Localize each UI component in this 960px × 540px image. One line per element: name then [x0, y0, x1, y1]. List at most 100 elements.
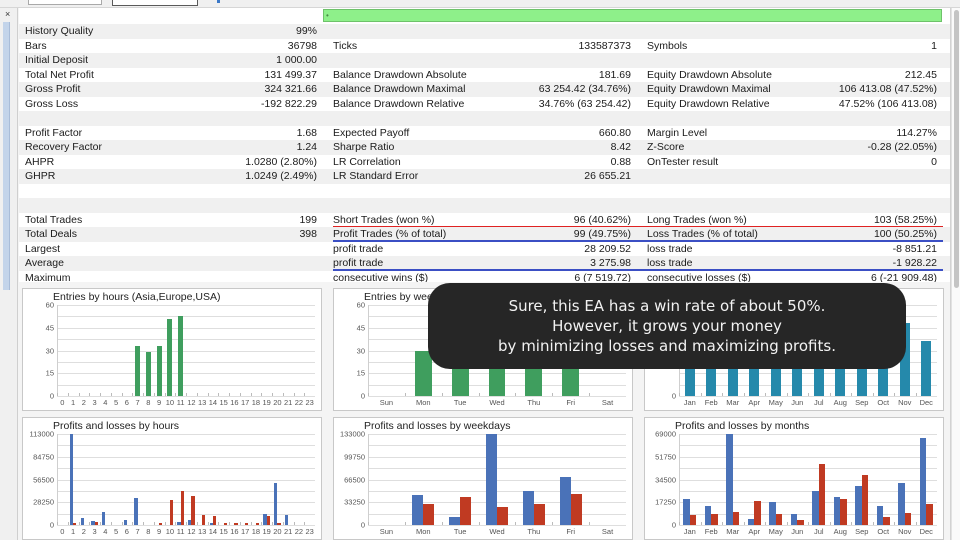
x-axis-tick: Thu — [527, 398, 541, 407]
gridline — [368, 434, 626, 435]
x-axis-tick: 3 — [92, 398, 97, 407]
y-axis-tick: 60 — [356, 300, 365, 310]
caption-line-2: However, it grows your money — [552, 317, 782, 335]
y-axis-tick: 15 — [45, 368, 54, 378]
x-axis-tick: 10 — [165, 398, 175, 407]
cell-value-3 — [779, 24, 937, 39]
x-tick-mark — [67, 522, 69, 525]
report-row[interactable]: GHPR 1.0249 (2.49%) LR Standard Error 26 65… — [19, 169, 951, 184]
cell-value-3: 0 — [931, 155, 937, 168]
cell-value-2: 63 254.42 (34.76%) — [538, 83, 631, 95]
bar-loss — [711, 513, 718, 525]
bar-loss — [570, 494, 582, 525]
bar-loss — [159, 523, 163, 525]
gridline — [57, 445, 315, 447]
vertical-scrollbar[interactable] — [951, 8, 960, 540]
scrollbar-thumb[interactable] — [954, 10, 959, 288]
x-tick-mark — [786, 522, 788, 525]
gridline — [57, 361, 315, 363]
report-row[interactable]: Recovery Factor 1.24 Sharpe Ratio 8.42 Z-Sco… — [19, 140, 951, 155]
cell-value-3: 212.45 — [904, 68, 937, 81]
bar-loss — [797, 519, 804, 525]
gridline — [368, 468, 626, 470]
x-axis-tick: 15 — [219, 527, 228, 536]
x-axis-tick: 6 — [124, 527, 129, 536]
cell-value-1: 398 — [299, 228, 317, 240]
cell-value-1 — [169, 242, 317, 257]
plot-area — [57, 305, 315, 397]
cell-value-1: -192 822.29 — [260, 97, 317, 110]
x-axis-tick: 21 — [283, 398, 293, 407]
x-tick-mark — [679, 522, 680, 525]
x-tick-mark — [175, 522, 177, 525]
report-row[interactable]: Total Net Profit 131 499.37 Balance Drawdo… — [19, 68, 951, 83]
report-row[interactable]: Bars 36798 Ticks 133587373 Symbols 1 — [19, 39, 951, 54]
close-icon[interactable]: × — [5, 10, 10, 19]
x-axis-tick: 14 — [208, 398, 218, 407]
y-axis-tick: 17250 — [655, 497, 676, 507]
bar — [921, 341, 932, 396]
y-axis-tick: 28250 — [33, 497, 54, 507]
gridline — [57, 305, 315, 306]
x-axis-tick: Jan — [683, 398, 696, 407]
chart-title: Profits and losses by weekdays — [364, 420, 511, 432]
x-axis-tick: 19 — [262, 398, 271, 407]
report-row[interactable]: AHPR 1.0280 (2.80%) LR Correlation 0.88 OnTe… — [19, 155, 951, 170]
x-axis-tick: Oct — [877, 398, 890, 407]
x-axis-tick: Fri — [566, 398, 576, 407]
report-row[interactable] — [19, 184, 951, 199]
report-row[interactable]: Maximum consecutive wins ($) 6 (7 519.72) c… — [19, 271, 951, 283]
gridline — [57, 350, 315, 352]
bar-profit — [134, 498, 138, 525]
x-axis-tick: Fri — [566, 527, 576, 536]
bar-profit — [485, 434, 497, 525]
bar-loss — [245, 522, 249, 525]
x-tick-mark — [304, 522, 306, 525]
report-row[interactable] — [19, 198, 951, 213]
x-axis-tick: 7 — [135, 398, 140, 407]
report-row[interactable]: Average profit trade 3 275.98 loss trade -1 … — [19, 256, 951, 271]
cell-value-3 — [779, 198, 937, 213]
gridline — [368, 445, 626, 447]
x-axis-tick: Jan — [683, 527, 696, 536]
report-row[interactable]: Initial Deposit 1 000.00 — [19, 53, 951, 68]
x-tick-mark — [121, 393, 123, 396]
report-row[interactable]: Total Deals 398 Profit Trades (% of total)… — [19, 227, 951, 242]
cell-value-2 — [479, 184, 631, 199]
cell-value-2: 0.88 — [610, 155, 631, 168]
cell-value-1 — [169, 256, 317, 271]
bar-loss — [775, 513, 783, 525]
x-tick-mark — [679, 393, 680, 396]
selection-indicator — [3, 22, 10, 290]
cell-value-2: 34.76% (63 254.42) — [538, 97, 631, 110]
caption-line-3: by minimizing losses and maximizing prof… — [498, 337, 836, 355]
report-row[interactable]: Total Trades 199 Short Trades (won %) 96 (4… — [19, 213, 951, 227]
x-axis-tick: Mon — [415, 398, 431, 407]
bar — [414, 350, 432, 396]
report-row[interactable]: History Quality 99% — [19, 24, 951, 39]
y-axis — [57, 305, 58, 396]
x-tick-mark — [153, 522, 155, 525]
chart-profits-losses-hours: Profits and losses by hours 0 28250 56500 84… — [22, 417, 322, 540]
x-tick-mark — [293, 393, 295, 396]
cell-value-3 — [779, 169, 937, 184]
period-combo[interactable] — [112, 0, 198, 6]
x-tick-mark — [261, 522, 263, 525]
report-row[interactable]: Profit Factor 1.68 Expected Payoff 660.80 Ma… — [19, 126, 951, 141]
report-row[interactable]: Gross Loss -192 822.29 Balance Drawdown Re… — [19, 97, 951, 112]
report-row[interactable]: Gross Profit 324 321.66 Balance Drawdown M… — [19, 82, 951, 97]
y-axis — [57, 434, 58, 525]
gridline — [57, 339, 315, 341]
x-axis-tick: 13 — [197, 527, 207, 536]
plot-area — [368, 434, 626, 526]
bar-profit — [274, 483, 278, 525]
x-tick-mark — [589, 393, 591, 396]
gridline — [57, 468, 315, 470]
cell-value-2 — [479, 198, 631, 213]
report-row[interactable] — [19, 111, 951, 126]
gridline — [57, 434, 315, 435]
report-row[interactable]: Largest profit trade 28 209.52 loss trade -8… — [19, 242, 951, 257]
symbol-combo[interactable] — [28, 0, 102, 5]
bar-loss — [754, 501, 761, 525]
add-icon[interactable] — [212, 0, 225, 3]
